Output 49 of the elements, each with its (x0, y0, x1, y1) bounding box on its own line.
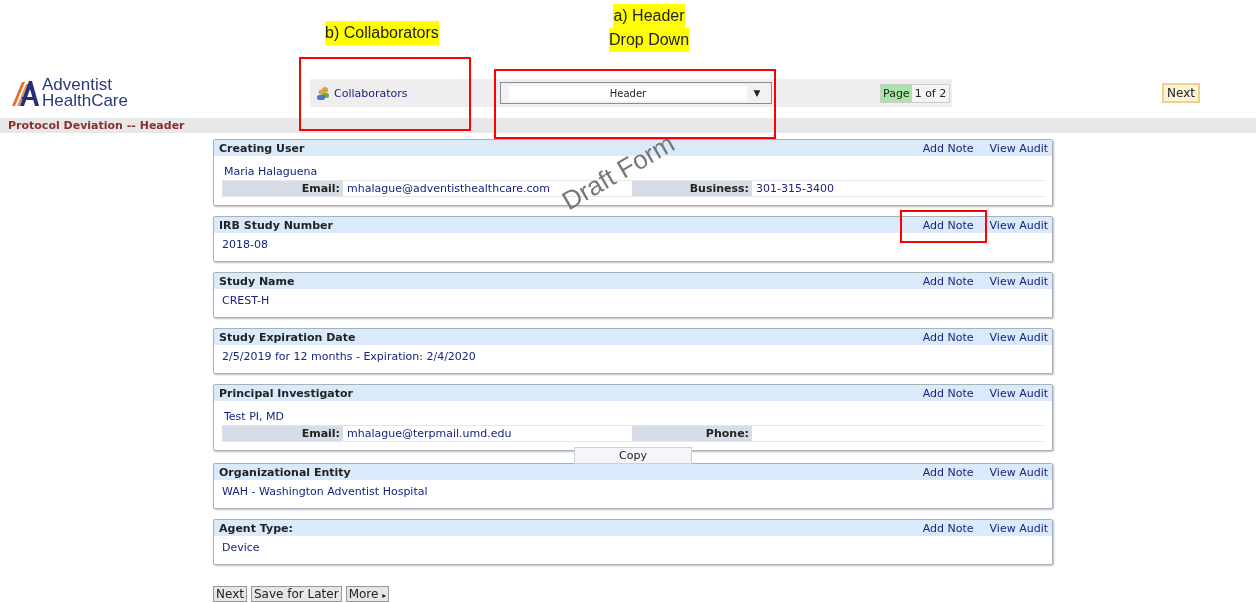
form-button[interactable]: Next (213, 586, 247, 602)
section-title: IRB Study Number (219, 218, 334, 232)
view-audit-link[interactable]: View Audit (989, 386, 1048, 400)
header-dropdown[interactable]: Header ▼ (500, 82, 772, 104)
form-button[interactable]: Save for Later (250, 586, 342, 602)
field-value: mhalague@terpmail.umd.edu (346, 426, 513, 441)
people-icon (316, 86, 330, 100)
field-value: 2018-08 (222, 238, 268, 251)
field-value: CREST-H (222, 294, 270, 307)
add-note-link[interactable]: Add Note (922, 330, 974, 344)
field-label: Business: (632, 181, 752, 196)
page-label: Page (881, 84, 912, 102)
field-value: 2/5/2019 for 12 months - Expiration: 2/4/2020 (222, 350, 476, 363)
view-audit-link[interactable]: View Audit (989, 465, 1048, 479)
add-note-link[interactable]: Add Note (922, 521, 974, 535)
field-value: Device (222, 541, 260, 554)
view-audit-link[interactable]: View Audit (989, 274, 1048, 288)
annotation-label: a) Header (613, 4, 685, 28)
logo-text: Adventist (42, 77, 113, 93)
field-label: Email: (222, 426, 343, 441)
add-note-link[interactable]: Add Note (922, 386, 974, 400)
add-note-link[interactable]: Add Note (922, 141, 974, 155)
view-audit-link[interactable]: View Audit (989, 521, 1048, 535)
section-title: Principal Investigator (219, 386, 354, 400)
section-title: Study Name (219, 274, 296, 288)
field-value: WAH - Washington Adventist Hospital (222, 485, 428, 498)
page-count: 1 of 2 (911, 84, 950, 102)
field-label: Phone: (632, 426, 752, 441)
view-audit-link[interactable]: View Audit (989, 141, 1048, 155)
logo-icon (10, 79, 40, 107)
view-audit-link[interactable]: View Audit (989, 330, 1048, 344)
person-name: Test PI, MD (224, 410, 285, 423)
collaborators-link[interactable]: Collaborators (316, 86, 496, 100)
field-value: 301-315-3400 (755, 181, 835, 196)
view-audit-link[interactable]: View Audit (989, 218, 1048, 232)
section-title: Study Expiration Date (219, 330, 357, 344)
page-title: Protocol Deviation -- Header (8, 119, 185, 132)
next-button[interactable]: Next (1162, 83, 1200, 103)
add-note-link[interactable]: Add Note (922, 465, 974, 479)
section-title: Organizational Entity (219, 465, 352, 479)
field-label: Email: (222, 181, 343, 196)
more-button[interactable]: More ▸ (345, 586, 390, 602)
add-note-link[interactable]: Add Note (922, 274, 974, 288)
annotation-label: b) Collaborators (325, 21, 439, 45)
copy-button[interactable]: Copy (574, 447, 692, 464)
logo-text: HealthCare (42, 93, 128, 109)
add-note-link[interactable]: Add Note (922, 218, 974, 232)
annotation-label: Drop Down (609, 28, 690, 52)
section-title: Agent Type: (219, 521, 294, 535)
